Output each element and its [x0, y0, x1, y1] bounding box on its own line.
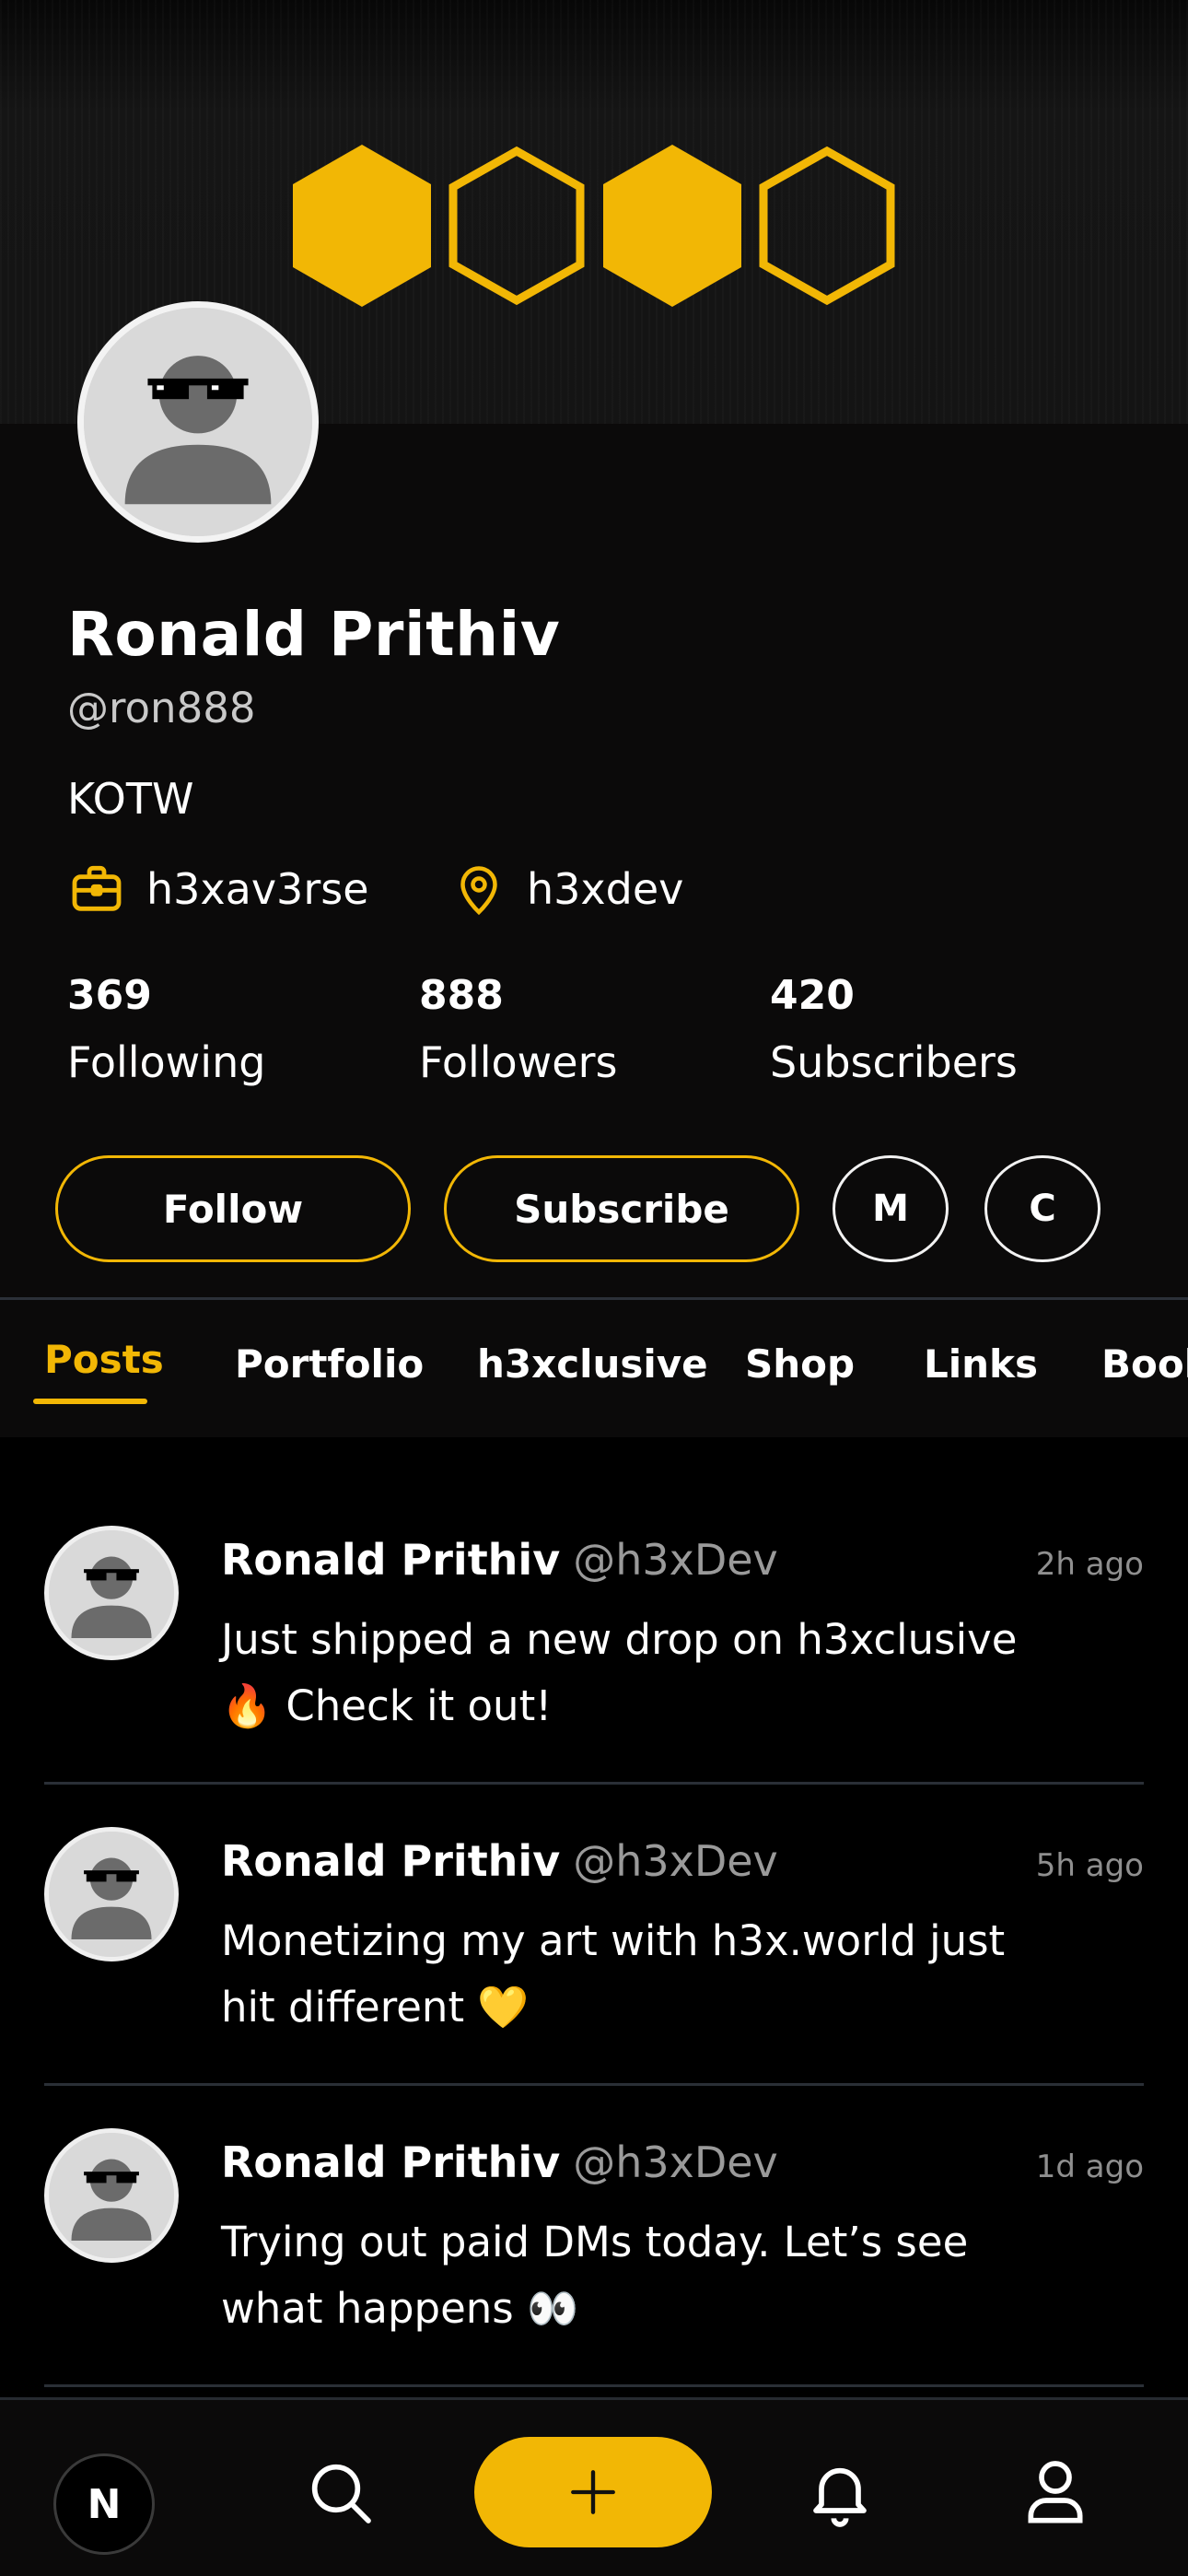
work-label: h3xav3rse: [146, 864, 369, 914]
profile-avatar[interactable]: [77, 301, 319, 543]
post-author: Ronald Prithiv @h3xDev: [221, 1535, 778, 1585]
post-item[interactable]: Ronald Prithiv @h3xDev 1d ago Trying out …: [0, 2128, 1188, 2429]
post-author-name: Ronald Prithiv: [221, 1836, 561, 1886]
profile-handle: @ron888: [67, 684, 256, 732]
tab-h3xclusive[interactable]: h3xclusive: [477, 1341, 708, 1387]
post-text: Monetizing my art with h3x.world just hi…: [221, 1916, 1006, 2032]
post-item[interactable]: Ronald Prithiv @h3xDev 5h ago Monetizing …: [0, 1827, 1188, 2127]
post-avatar[interactable]: [44, 2128, 179, 2263]
message-m-button[interactable]: M: [833, 1155, 949, 1262]
post-author: Ronald Prithiv @h3xDev: [221, 2137, 778, 2187]
profile-work: h3xav3rse: [67, 857, 369, 921]
post-text: Just shipped a new drop on h3xclusive 🔥 …: [221, 1615, 1018, 1730]
post-divider: [44, 2083, 1144, 2086]
hexagon-logo: [293, 145, 895, 307]
profile-bio: KOTW: [67, 774, 194, 824]
create-post-button[interactable]: [474, 2437, 712, 2547]
tab-posts[interactable]: Posts: [44, 1337, 164, 1382]
location-pin-icon: [460, 866, 497, 916]
tab-book[interactable]: Book: [1101, 1341, 1188, 1387]
post-author-handle: @h3xDev: [573, 2137, 778, 2187]
subscribers-label[interactable]: Subscribers: [770, 1037, 1018, 1087]
post-avatar[interactable]: [44, 1827, 179, 1961]
post-author-name: Ronald Prithiv: [221, 1535, 561, 1585]
following-count[interactable]: 369: [67, 972, 152, 1019]
briefcase-icon: [72, 865, 122, 911]
active-tab-indicator: [33, 1399, 147, 1404]
tab-links[interactable]: Links: [924, 1341, 1038, 1387]
profile-icon[interactable]: [1019, 2452, 1092, 2531]
plus-icon: [571, 2470, 615, 2514]
post-divider: [44, 1782, 1144, 1785]
post-author: Ronald Prithiv @h3xDev: [221, 1836, 778, 1886]
following-label[interactable]: Following: [67, 1037, 265, 1087]
bottom-navigation: N: [0, 2397, 1188, 2576]
c-button[interactable]: C: [984, 1155, 1101, 1262]
post-author-handle: @h3xDev: [573, 1535, 778, 1585]
post-author-handle: @h3xDev: [573, 1836, 778, 1886]
post-time: 1d ago: [1035, 2149, 1144, 2185]
post-divider: [44, 2384, 1144, 2387]
home-n-icon[interactable]: N: [53, 2453, 155, 2555]
subscribe-button[interactable]: Subscribe: [444, 1155, 799, 1262]
post-item[interactable]: Ronald Prithiv @h3xDev 2h ago Just shippe…: [0, 1526, 1188, 1826]
post-avatar[interactable]: [44, 1526, 179, 1660]
search-icon[interactable]: [304, 2456, 378, 2530]
profile-name: Ronald Prithiv: [67, 599, 561, 670]
tab-portfolio[interactable]: Portfolio: [235, 1341, 424, 1387]
post-time: 2h ago: [1035, 1546, 1144, 1583]
followers-count[interactable]: 888: [419, 972, 504, 1019]
subscribers-count[interactable]: 420: [770, 972, 855, 1019]
profile-location: h3xdev: [451, 857, 683, 921]
location-label: h3xdev: [527, 864, 684, 914]
bell-icon[interactable]: [803, 2453, 877, 2531]
post-time: 5h ago: [1035, 1847, 1144, 1884]
follow-button[interactable]: Follow: [55, 1155, 411, 1262]
profile-tabs: Posts Portfolio h3xclusive Shop Links Bo…: [0, 1297, 1188, 1437]
followers-label[interactable]: Followers: [419, 1037, 617, 1087]
post-author-name: Ronald Prithiv: [221, 2137, 561, 2187]
tab-shop[interactable]: Shop: [745, 1341, 855, 1387]
post-text: Trying out paid DMs today. Let’s see wha…: [221, 2218, 969, 2333]
